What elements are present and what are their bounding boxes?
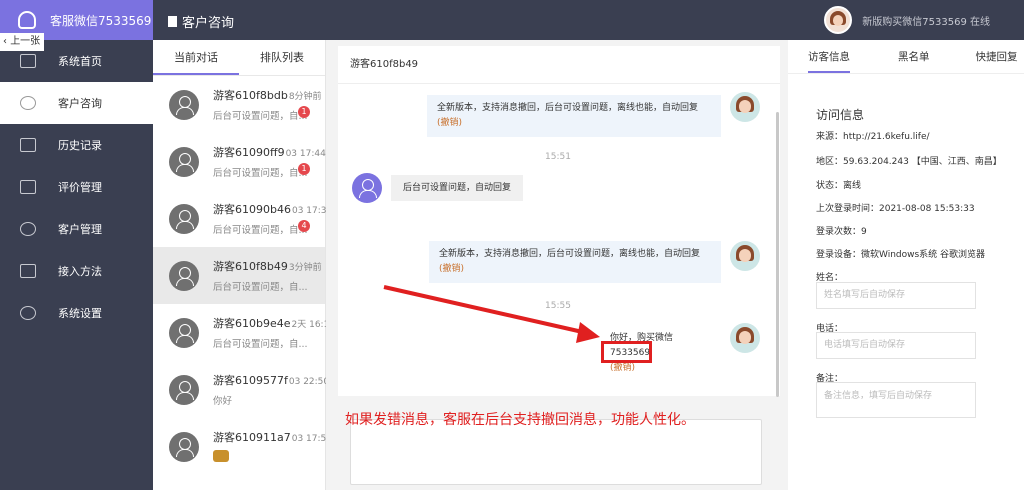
avatar[interactable] [824,6,853,34]
info-status: 状态：离线 [816,181,862,191]
conversation-list: 当前对话 排队列表 游客610f8bdb8分钟前 后台可设置问题，自... 1 游… [153,40,478,490]
visitor-avatar [352,173,382,203]
user-avatar-icon [169,260,199,291]
info-tabs: 访客信息 黑名单 快捷回复 [788,40,1024,74]
agent-avatar [730,323,760,353]
list-item[interactable]: 游客610f8bdb8分钟前 后台可设置问题，自... 1 [153,76,325,133]
agent-avatar [730,92,760,122]
recall-link[interactable]: (撤销) [437,116,711,131]
user-status-text: 新版购买微信7533569 在线 [862,16,990,28]
chat-scrollbar[interactable] [776,112,779,397]
user-avatar-icon [169,146,199,177]
user-avatar-icon [169,203,199,234]
recall-link[interactable]: (撤销) [439,262,711,277]
list-item[interactable]: 游客610b9e4e2天 16:16 后台可设置问题，自... [153,304,335,361]
headset-icon [18,11,36,29]
puzzle-icon [20,264,36,278]
note-field[interactable]: 备注信息，填写后自动保存 [816,382,976,418]
brand-title: 客服微信7533569 [50,13,152,28]
smile-icon [20,96,36,110]
user-avatar-icon [169,374,199,405]
info-last-login: 上次登录时间：2021-08-08 15:53:33 [816,204,975,214]
user-avatar-icon [169,317,199,348]
user-avatar-icon [169,89,199,120]
agent-message: 全新版本，支持消息撤回，后台可设置问题，离线也能，自动回复 (撤销) [427,95,721,137]
list-item[interactable]: 游客6109577f03 22:50 你好 [153,361,329,418]
timestamp: 15:51 [545,152,571,162]
visitor-info-panel: 访客信息 黑名单 快捷回复 访问信息 来源：http://21.6kefu.li… [788,40,1024,490]
list-item[interactable]: 游客610911a703 17:51 [153,418,332,475]
phone-field[interactable]: 电话填写后自动保存 [816,332,976,359]
chat-header: 游客610f8b49 [338,46,780,84]
unread-badge: 1 [298,163,310,175]
document-icon [168,16,177,27]
recall-highlight-box [601,341,652,363]
info-device: 登录设备：微软Windows系统 谷歌浏览器 [816,250,986,260]
agent-message: 全新版本，支持消息撤回，后台可设置问题，离线也能，自动回复 (撤销) [429,241,721,283]
star-icon [20,180,36,194]
info-title: 访问信息 [816,108,865,122]
unread-badge: 4 [298,220,310,232]
sidebar-item-consult[interactable]: 客户咨询 [0,82,153,124]
tab-current[interactable]: 当前对话 [153,40,239,75]
visitor-message: 后台可设置问题，自动回复 [391,175,524,201]
sidebar-item-access[interactable]: 接入方法 [0,250,153,292]
page-title: 客户咨询 [168,12,234,31]
info-region: 地区：59.63.204.243 【中国、江西、南昌】 [816,157,1002,167]
tab-quick-reply[interactable]: 快捷回复 [976,40,1018,73]
timestamp: 15:55 [545,301,571,311]
sidebar: 系统首页 客户咨询 历史记录 评价管理 客户管理 接入方法 系统设置 [0,40,153,490]
monitor-icon [20,54,36,68]
sidebar-item-rating[interactable]: 评价管理 [0,166,153,208]
info-login-count: 登录次数：9 [816,227,867,237]
user-avatar-icon [169,431,199,462]
info-source: 来源：http://21.6kefu.life/ [816,132,930,142]
annotation-text: 如果发错消息，客服在后台支持撤回消息，功能人性化。 [345,412,695,428]
sidebar-item-history[interactable]: 历史记录 [0,124,153,166]
calendar-icon [20,138,36,152]
unread-badge: 1 [298,106,310,118]
recall-link[interactable]: (撤销) [610,361,711,376]
list-item[interactable]: 游客61090ff903 17:44 后台可设置问题，自... 1 [153,133,326,190]
tab-blacklist[interactable]: 黑名单 [898,40,930,73]
back-button[interactable]: ‹ 上一张 [0,33,44,51]
list-item[interactable]: 游客610f8b493分钟前 后台可设置问题，自... [153,247,325,304]
tab-visitor-info[interactable]: 访客信息 [808,40,850,73]
name-field[interactable]: 姓名填写后自动保存 [816,282,976,309]
gear-icon [20,306,36,320]
agent-avatar [730,241,760,271]
sidebar-item-settings[interactable]: 系统设置 [0,292,153,334]
user-icon [20,222,36,236]
sidebar-item-customers[interactable]: 客户管理 [0,208,153,250]
conversation-tabs: 当前对话 排队列表 [153,40,325,76]
user-status[interactable]: 新版购买微信7533569 在线 [824,6,990,34]
tab-queue[interactable]: 排队列表 [239,40,325,75]
emoji-icon [213,449,229,462]
list-item[interactable]: 游客61090b4603 17:38 后台可设置问题，自... 4 [153,190,332,247]
